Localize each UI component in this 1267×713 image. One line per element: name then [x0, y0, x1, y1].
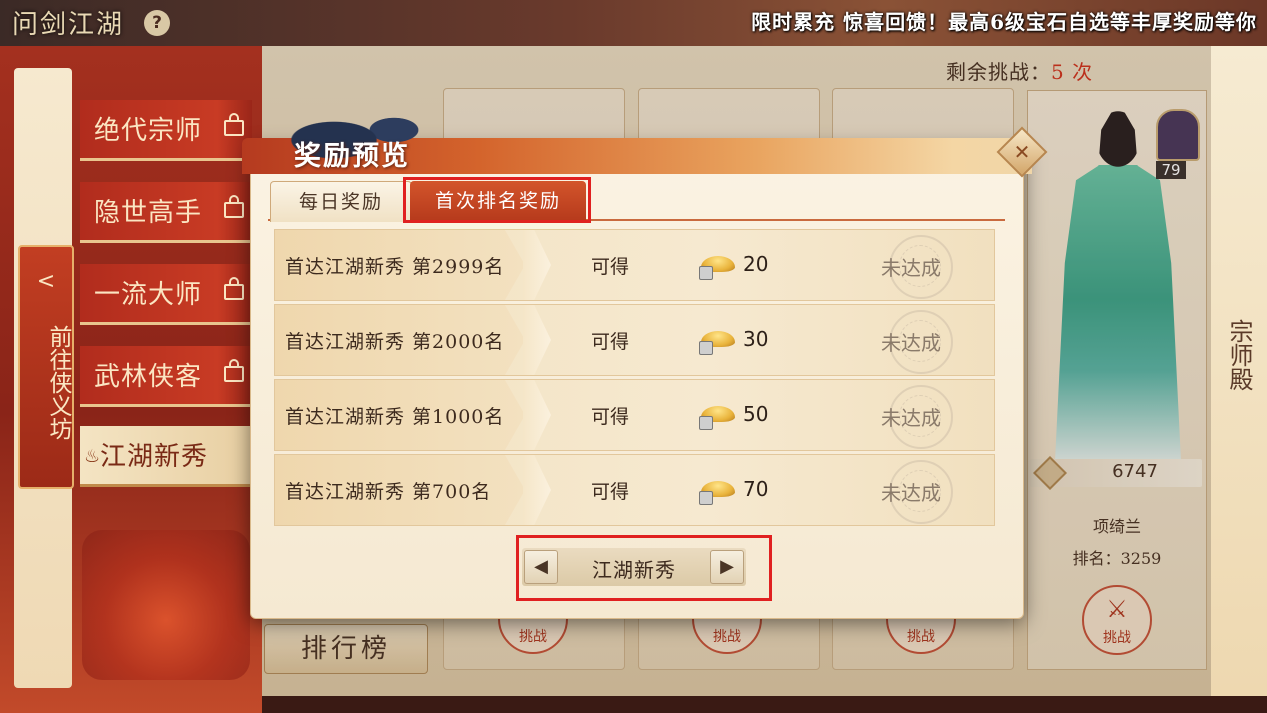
reward-row: 首达江湖新秀 第2000名 可得 30 未达成	[274, 304, 995, 376]
gold-ingot-icon[interactable]	[699, 325, 735, 355]
promo-banner-text[interactable]: 限时累充 惊喜回馈！最高6级宝石自选等丰厚奖励等你	[751, 6, 1257, 35]
tier-tab-yinshi-gaoshou[interactable]: 隐世高手	[80, 182, 252, 243]
chevron-divider	[523, 230, 551, 300]
status-label: 未达成	[881, 481, 941, 505]
reward-row: 首达江湖新秀 第2999名 可得 20 未达成	[274, 229, 995, 301]
chevron-divider	[523, 305, 551, 375]
reward-row: 首达江湖新秀 第700名 可得 70 未达成	[274, 454, 995, 526]
lock-icon	[224, 195, 244, 218]
obtain-label: 可得	[591, 256, 630, 278]
lock-icon	[224, 359, 244, 382]
reward-amount: 70	[743, 477, 769, 501]
game-title: 问剑江湖	[12, 10, 125, 40]
close-glyph: ✕	[1013, 140, 1031, 164]
tier-tab-jianghu-xinxiu[interactable]: ♨ 江湖新秀	[80, 426, 252, 487]
decorative-cloud-art	[82, 530, 250, 680]
status-label: 未达成	[881, 331, 941, 355]
tier-tab-yiliu-dashi[interactable]: 一流大师	[80, 264, 252, 325]
chevron-divider	[523, 455, 551, 525]
reward-amount: 20	[743, 252, 769, 276]
reward-row: 首达江湖新秀 第1000名 可得 50 未达成	[274, 379, 995, 451]
tier-tab-label: 江湖新秀	[100, 442, 209, 472]
rank-requirement: 首达江湖新秀 第1000名	[285, 406, 505, 428]
back-arrow-icon: <	[36, 269, 56, 294]
tier-tab-label: 武林侠客	[94, 362, 203, 392]
highlight-box-tab	[403, 177, 591, 223]
bound-lock-icon	[699, 491, 713, 505]
help-icon[interactable]: ?	[144, 10, 170, 36]
obtain-label: 可得	[591, 406, 630, 428]
goto-xiayifang-label: 前往侠义坊	[45, 324, 71, 440]
rank-requirement: 首达江湖新秀 第2000名	[285, 331, 505, 353]
tier-tab-wulin-xiake[interactable]: 武林侠客	[80, 346, 252, 407]
status-label: 未达成	[881, 256, 941, 280]
status-label: 未达成	[881, 406, 941, 430]
lotus-icon: ♨	[84, 446, 101, 467]
tier-tab-label: 一流大师	[94, 280, 203, 310]
lock-icon	[224, 277, 244, 300]
dialog-title: 奖励预览	[294, 141, 410, 172]
reward-amount: 50	[743, 402, 769, 426]
bound-lock-icon	[699, 416, 713, 430]
dialog-header: 奖励预览 ✕	[222, 98, 1048, 188]
tier-tab-label: 绝代宗师	[94, 116, 203, 146]
gold-ingot-icon[interactable]	[699, 250, 735, 280]
obtain-label: 可得	[591, 331, 630, 353]
reward-list: 首达江湖新秀 第2999名 可得 20 未达成 首达江湖新秀 第2000名 可得…	[274, 229, 995, 529]
gold-ingot-icon[interactable]	[699, 475, 735, 505]
goto-xiayifang-button[interactable]: < 前往侠义坊	[18, 245, 74, 489]
rank-requirement: 首达江湖新秀 第700名	[285, 481, 492, 503]
zongshi-hall-button[interactable]: 宗师殿	[1214, 305, 1264, 405]
bound-lock-icon	[699, 266, 713, 280]
highlight-box-pager	[516, 535, 772, 601]
chevron-divider	[523, 380, 551, 450]
reward-amount: 30	[743, 327, 769, 351]
bound-lock-icon	[699, 341, 713, 355]
tab-daily-rewards[interactable]: 每日奖励	[270, 181, 412, 222]
tier-tab-label: 隐世高手	[94, 198, 203, 228]
obtain-label: 可得	[591, 481, 630, 503]
gold-ingot-icon[interactable]	[699, 400, 735, 430]
rank-requirement: 首达江湖新秀 第2999名	[285, 256, 505, 278]
